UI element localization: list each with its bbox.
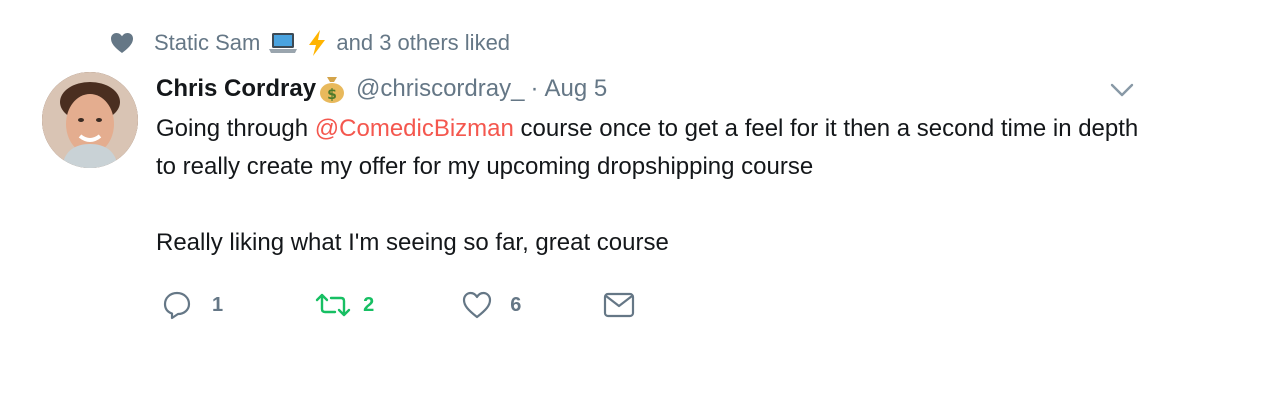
envelope-icon <box>604 292 635 318</box>
avatar[interactable] <box>42 72 138 168</box>
laptop-emoji-icon <box>268 31 298 55</box>
heart-icon <box>108 29 136 57</box>
mention-link[interactable]: @ComedicBizman <box>315 115 514 142</box>
tweet-date[interactable]: Aug 5 <box>544 75 607 103</box>
reply-count: 1 <box>212 293 224 316</box>
reply-icon <box>163 291 191 320</box>
avatar-portrait-icon <box>42 72 138 168</box>
lightning-bolt-emoji-icon <box>306 29 328 57</box>
reply-button[interactable]: 1 <box>162 290 223 320</box>
social-context: Static Sam and 3 others liked <box>108 28 510 58</box>
separator-dot: · <box>530 75 539 102</box>
like-heart-icon <box>463 291 492 319</box>
context-text: and 3 others liked <box>336 30 511 55</box>
chevron-down-icon[interactable] <box>1108 78 1136 102</box>
retweet-icon <box>315 293 351 317</box>
money-bag-emoji-icon: $ <box>318 74 346 104</box>
tweet-header: Chris Cordray $ @chriscordray_ · Aug 5 <box>156 72 607 106</box>
tweet-paragraph-2: Really liking what I'm seeing so far, gr… <box>156 229 669 256</box>
like-button[interactable]: 6 <box>462 291 521 319</box>
svg-text:$: $ <box>327 87 337 103</box>
tweet-actions: 1 2 6 <box>156 286 635 324</box>
tweet-text: Going through @ComedicBizman course once… <box>156 110 1156 262</box>
direct-message-button[interactable] <box>603 292 635 318</box>
author-name[interactable]: Chris Cordray <box>156 75 316 103</box>
context-user-link[interactable]: Static Sam <box>154 30 260 56</box>
retweet-button[interactable]: 2 <box>315 292 374 318</box>
tweet-text-before-mention: Going through <box>156 115 315 142</box>
like-count: 6 <box>510 293 522 316</box>
retweet-count: 2 <box>363 293 375 316</box>
tweet-paragraph-1: Going through @ComedicBizman course once… <box>156 110 1156 186</box>
author-handle[interactable]: @chriscordray_ <box>356 75 524 103</box>
